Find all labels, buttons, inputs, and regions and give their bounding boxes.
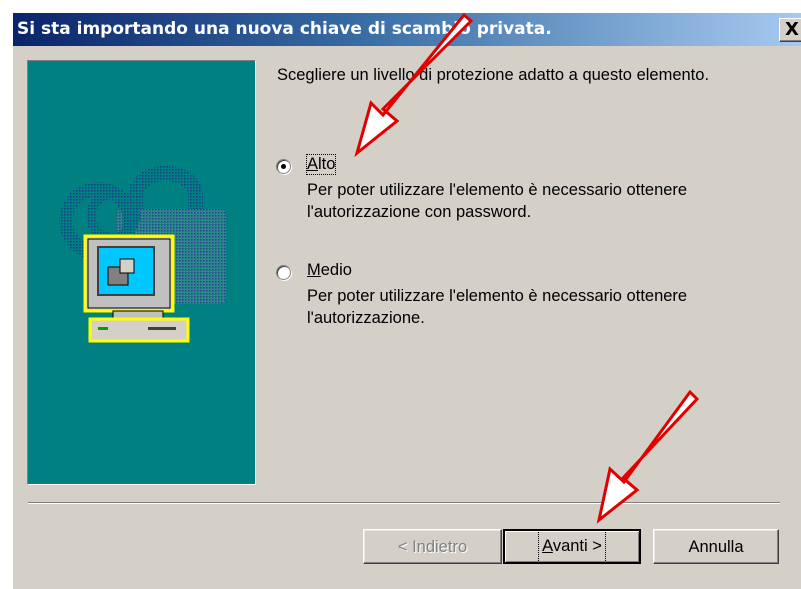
- footer-separator: [28, 502, 780, 504]
- cancel-button[interactable]: Annulla: [653, 529, 779, 564]
- instruction-text: Scegliere un livello di protezione adatt…: [277, 66, 710, 84]
- window-title: Si sta importando una nuova chiave di sc…: [17, 19, 552, 39]
- radio-high[interactable]: [276, 159, 291, 174]
- padlock-computer-icon: [59, 166, 226, 343]
- option-medium-label[interactable]: Medio: [307, 261, 352, 280]
- title-bar: Si sta importando una nuova chiave di sc…: [13, 13, 801, 46]
- back-button[interactable]: < Indietro: [363, 529, 502, 564]
- next-button[interactable]: Avanti >: [503, 529, 641, 564]
- option-high-description: Per poter utilizzare l'elemento è necess…: [307, 181, 688, 221]
- wizard-side-panel: [27, 60, 256, 485]
- close-icon: X: [785, 19, 799, 40]
- option-high-label[interactable]: Alto: [305, 154, 337, 175]
- close-button[interactable]: X: [779, 18, 801, 42]
- next-button-label: Avanti >: [538, 530, 606, 563]
- option-medium-description: Per poter utilizzare l'elemento è necess…: [307, 287, 688, 327]
- radio-medium[interactable]: [276, 265, 291, 280]
